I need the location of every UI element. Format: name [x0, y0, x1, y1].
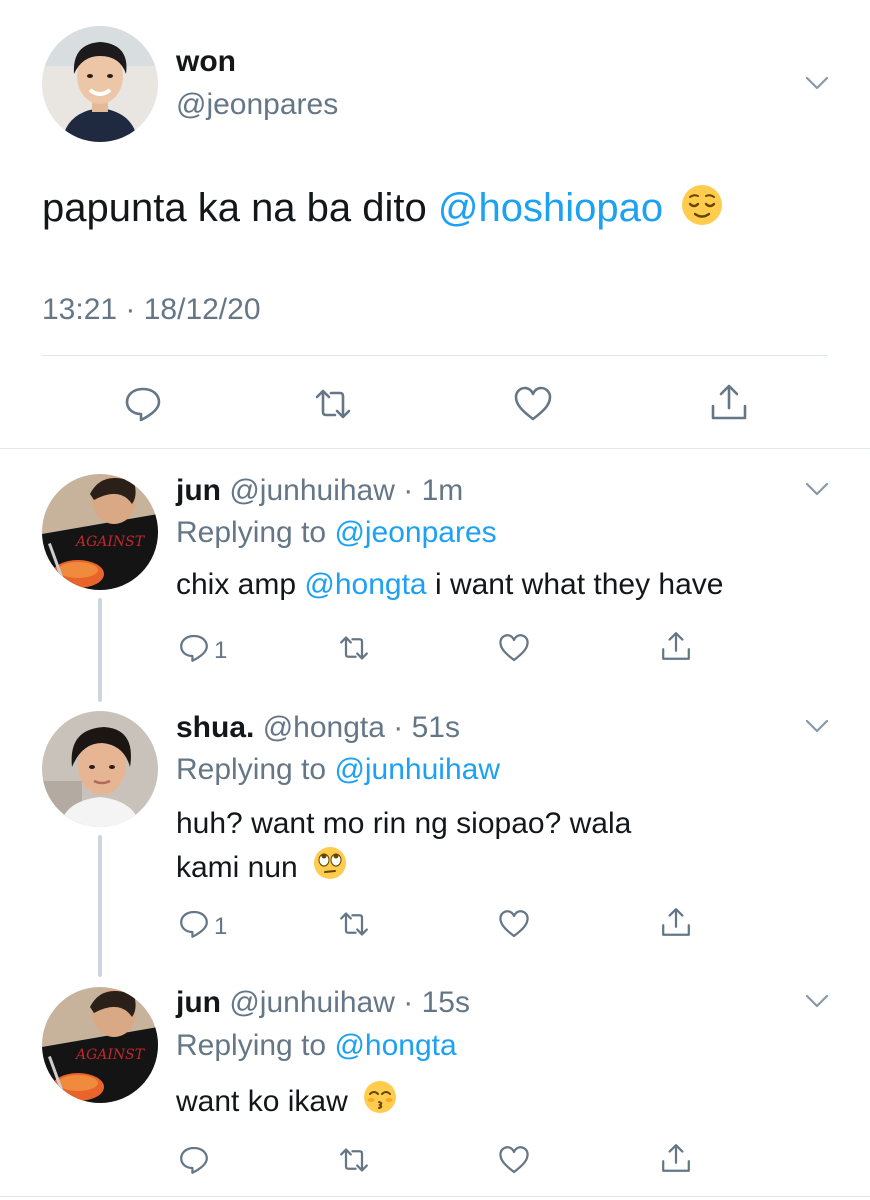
tweet-text-body: chix amp	[176, 568, 297, 601]
author-handle[interactable]: @hongta	[263, 711, 385, 744]
heart-icon	[498, 1144, 530, 1181]
author-name[interactable]: shua.	[176, 711, 254, 744]
relieved-face-icon	[680, 183, 724, 238]
heart-icon	[498, 632, 530, 669]
share-icon	[660, 1142, 692, 1179]
tweet-text-body: kami nun	[176, 850, 298, 884]
author-name[interactable]: jun	[176, 474, 221, 507]
chevron-down-icon[interactable]	[806, 994, 828, 1008]
reply-header: shua. @hongta · 51s	[176, 711, 460, 745]
reply-button[interactable]	[123, 384, 163, 429]
replying-to-label: Replying to	[176, 1029, 327, 1062]
reply-button[interactable]	[178, 1144, 214, 1181]
reply-count: 1	[214, 636, 228, 664]
author-handle[interactable]: @junhuihaw	[229, 986, 395, 1019]
like-button[interactable]	[498, 908, 530, 945]
tweet-text-body: want ko ikaw	[176, 1084, 348, 1118]
like-button[interactable]	[498, 632, 530, 669]
reply-button[interactable]: 1	[178, 632, 227, 669]
like-button[interactable]	[498, 1144, 530, 1181]
tweet-text: want ko ikaw	[176, 1079, 398, 1127]
mention-link[interactable]: @hongta	[334, 1029, 456, 1062]
chevron-down-icon[interactable]	[806, 719, 828, 733]
author-name[interactable]: won	[176, 45, 236, 79]
separator-dot: ·	[394, 474, 422, 507]
tweet-text-body: i want what they have	[434, 568, 724, 601]
avatar[interactable]	[42, 26, 158, 142]
mention-link[interactable]: @jeonpares	[334, 516, 496, 549]
separator-dot: ·	[384, 711, 412, 744]
share-button[interactable]	[660, 906, 692, 943]
tweet-text-line-2: kami nun	[176, 845, 631, 893]
face-with-rolling-eyes-icon	[312, 845, 348, 893]
share-button[interactable]	[709, 382, 749, 427]
retweet-icon	[338, 1144, 370, 1181]
svg-text:AGAINST: AGAINST	[74, 534, 146, 550]
avatar[interactable]: AGAINST	[42, 987, 158, 1103]
reply-icon	[123, 384, 163, 429]
replying-to: Replying to @hongta	[176, 1029, 457, 1063]
share-button[interactable]	[660, 1142, 692, 1179]
reply-count: 1	[214, 912, 228, 940]
reply-icon	[178, 908, 210, 945]
chevron-down-icon[interactable]	[806, 76, 828, 90]
divider	[0, 448, 870, 449]
chevron-down-icon[interactable]	[806, 482, 828, 496]
reply-header: jun @junhuihaw · 1m	[176, 474, 463, 508]
like-button[interactable]	[513, 384, 553, 429]
retweet-button[interactable]	[338, 632, 370, 669]
separator-dot: ·	[394, 986, 422, 1019]
divider	[42, 355, 828, 356]
author-name[interactable]: jun	[176, 986, 221, 1019]
reply-icon	[178, 1144, 210, 1181]
tweet-age[interactable]: 1m	[422, 474, 464, 507]
author-handle[interactable]: @jeonpares	[176, 88, 338, 122]
replying-to-label: Replying to	[176, 753, 327, 786]
reply-header: jun @junhuihaw · 15s	[176, 986, 470, 1020]
reply-icon	[178, 632, 210, 669]
tweet-text-body: papunta ka na ba dito	[42, 186, 427, 231]
tweet-text: papunta ka na ba dito @hoshiopao	[42, 183, 724, 238]
thread-line	[98, 835, 102, 977]
replying-to-label: Replying to	[176, 516, 327, 549]
retweet-icon	[313, 384, 353, 429]
tweet-text-line: huh? want mo rin ng siopao? wala	[176, 807, 632, 840]
retweet-button[interactable]	[338, 908, 370, 945]
share-icon	[660, 906, 692, 943]
tweet-timestamp[interactable]: 13:21 · 18/12/20	[42, 293, 261, 327]
tweet-age[interactable]: 15s	[422, 986, 470, 1019]
author-handle[interactable]: @junhuihaw	[229, 474, 395, 507]
mention-link[interactable]: @hoshiopao	[438, 186, 663, 230]
retweet-icon	[338, 632, 370, 669]
retweet-icon	[338, 908, 370, 945]
avatar[interactable]	[42, 711, 158, 827]
thread-line	[98, 598, 102, 702]
share-icon	[709, 382, 749, 427]
heart-icon	[513, 384, 553, 429]
reply-button[interactable]: 1	[178, 908, 227, 945]
share-button[interactable]	[660, 630, 692, 667]
mention-link[interactable]: @hongta	[304, 568, 426, 601]
retweet-button[interactable]	[313, 384, 353, 429]
tweet-text: huh? want mo rin ng siopao? wala kami nu…	[176, 803, 631, 893]
retweet-button[interactable]	[338, 1144, 370, 1181]
heart-icon	[498, 908, 530, 945]
share-icon	[660, 630, 692, 667]
replying-to: Replying to @junhuihaw	[176, 753, 500, 787]
avatar[interactable]: AGAINST	[42, 474, 158, 590]
tweet-age[interactable]: 51s	[412, 711, 460, 744]
svg-text:AGAINST: AGAINST	[74, 1047, 146, 1063]
kissing-face-with-closed-eyes-icon	[362, 1079, 398, 1127]
mention-link[interactable]: @junhuihaw	[334, 753, 500, 786]
divider	[0, 1196, 870, 1197]
replying-to: Replying to @jeonpares	[176, 516, 497, 550]
tweet-text: chix amp @hongta i want what they have	[176, 564, 723, 606]
